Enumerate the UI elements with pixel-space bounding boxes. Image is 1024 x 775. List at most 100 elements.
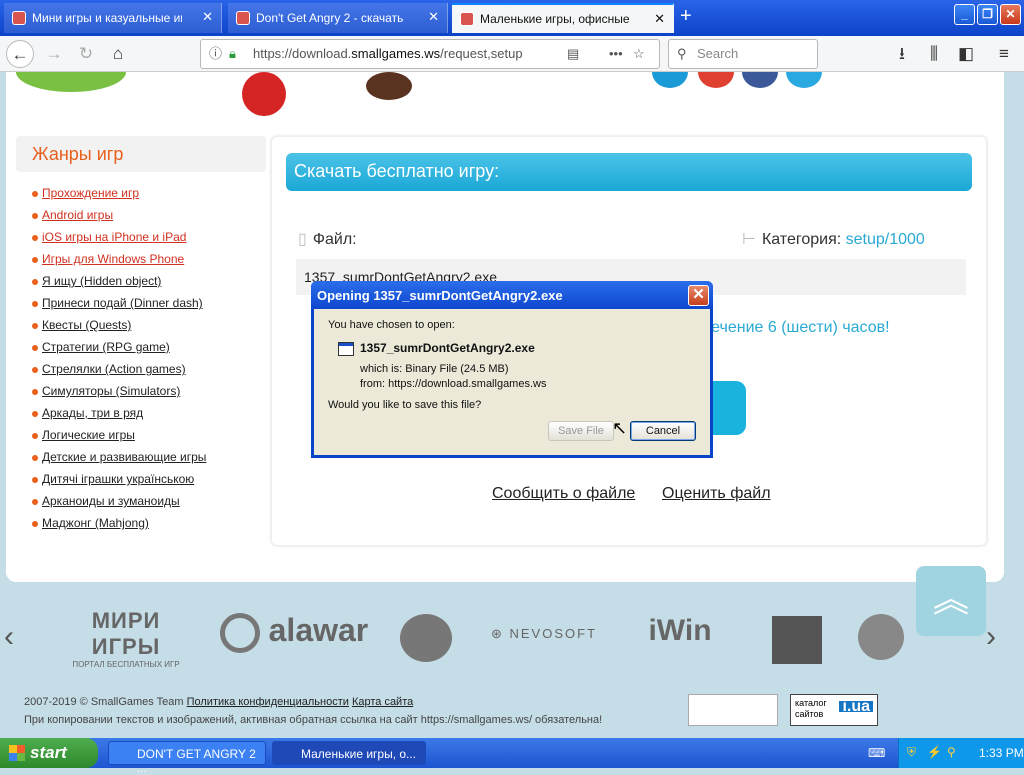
tab-title: Мини игры и казуальные игры xyxy=(32,11,182,25)
partner-logo-box[interactable] xyxy=(772,616,822,664)
category-label: ⊢ Категория: setup/1000 xyxy=(742,231,925,248)
partner-logo-bigfish[interactable] xyxy=(400,614,452,662)
downloads-icon[interactable]: ⭳ xyxy=(888,40,916,68)
dialog-file-name: 1357_sumrDontGetAngry2.exe xyxy=(360,341,535,355)
vk-icon[interactable] xyxy=(786,72,822,88)
search-placeholder: Search xyxy=(697,46,739,61)
dialog-body: You have chosen to open: 1357_sumrDontGe… xyxy=(318,311,708,451)
tab-dont-get-angry[interactable]: Don't Get Angry 2 - скачать игру ✕ xyxy=(228,3,448,33)
wait-notice: течение 6 (шести) часов! xyxy=(704,319,890,336)
partner-logo-iwin[interactable]: iWin xyxy=(632,614,728,648)
restore-button[interactable]: ❐ xyxy=(977,4,998,25)
sidebar-icon[interactable]: ◧ xyxy=(952,40,980,68)
twitter-icon[interactable] xyxy=(652,72,688,88)
genre-link[interactable]: Детские и развивающие игры xyxy=(16,450,266,472)
navigation-bar: ← → ↻ ⌂ ⓘ 🔒︎ https://download.smallgames… xyxy=(0,36,1024,72)
save-file-button[interactable]: Save File xyxy=(548,421,614,441)
partner-logo-nevosoft[interactable]: ⊛ NEVOSOFT xyxy=(484,626,604,642)
favicon-icon xyxy=(12,11,26,25)
system-tray: ⛨ ⚡ ⚲ 1:33 PM xyxy=(898,738,1024,768)
exe-file-icon xyxy=(338,342,354,356)
genre-link[interactable]: Игры для Windows Phone xyxy=(16,252,266,274)
download-header: Скачать бесплатно игру: xyxy=(286,153,972,191)
partner-logo-alawar[interactable]: alawar xyxy=(214,612,374,653)
page-actions-icon[interactable]: ••• xyxy=(609,40,623,68)
category-icon: ⊢ xyxy=(742,231,756,248)
taskbar-item-browser[interactable]: Маленькие игры, о... xyxy=(272,741,426,765)
genre-link[interactable]: Аркады, три в ряд xyxy=(16,406,266,428)
forward-button[interactable]: → xyxy=(40,40,68,68)
dialog-title-bar[interactable]: Opening 1357_sumrDontGetAngry2.exe ✕ xyxy=(311,281,713,309)
bookmark-star-icon[interactable]: ☆ xyxy=(633,40,645,68)
file-icon: ▯ xyxy=(298,231,307,248)
file-label: ▯ Файл: xyxy=(298,231,357,248)
facebook-icon[interactable] xyxy=(742,72,778,88)
mouse-cursor-icon: ↖ xyxy=(612,418,628,438)
genre-link[interactable]: Логические игры xyxy=(16,428,266,450)
sitemap-link[interactable]: Карта сайта xyxy=(352,696,413,708)
taskbar-item-dont-get-angry[interactable]: DON'T GET ANGRY 2 ... xyxy=(108,741,266,775)
category-link[interactable]: setup/1000 xyxy=(846,231,925,248)
dialog-file-source: from: https://download.smallgames.ws xyxy=(360,378,547,390)
mascot-red-image xyxy=(242,72,286,116)
url-bar[interactable]: ⓘ 🔒︎ https://download.smallgames.ws/requ… xyxy=(200,39,660,69)
tab-small-games[interactable]: Маленькие игры, офисные игры ✕ xyxy=(452,3,674,33)
tab-bar: Мини игры и казуальные игры ✕ Don't Get … xyxy=(0,0,1024,36)
shield-icon[interactable]: ⛨ xyxy=(907,745,916,760)
start-button[interactable]: start xyxy=(0,738,98,768)
genre-link[interactable]: Арканоиды и зуманоиды xyxy=(16,494,266,516)
genre-link[interactable]: Маджонг (Mahjong) xyxy=(16,516,266,538)
genre-link[interactable]: Я ищу (Hidden object) xyxy=(16,274,266,296)
menu-icon[interactable]: ≡ xyxy=(990,40,1018,68)
carousel-left-arrow-icon[interactable]: ‹ xyxy=(4,620,14,654)
clock: 1:33 PM xyxy=(979,746,1024,760)
back-button[interactable]: ← xyxy=(6,40,34,68)
partner-logo-round[interactable] xyxy=(858,614,904,660)
katalog-badge[interactable]: каталог сайтов i.ua xyxy=(790,694,878,726)
close-tab-icon[interactable]: ✕ xyxy=(202,9,213,25)
google-plus-icon[interactable] xyxy=(698,72,734,88)
plus-icon: + xyxy=(680,5,692,27)
carousel-right-arrow-icon[interactable]: › xyxy=(986,620,996,654)
cancel-button[interactable]: Cancel xyxy=(630,421,696,441)
dialog-question: Would you like to save this file? xyxy=(328,399,482,411)
report-file-link[interactable]: Сообщить о файле xyxy=(492,485,635,503)
genres-list: Прохождение игр Android игры iOS игры на… xyxy=(16,186,266,538)
search-input[interactable]: ⚲ Search xyxy=(668,39,818,69)
close-tab-icon[interactable]: ✕ xyxy=(428,9,439,25)
library-icon[interactable]: ⫼ xyxy=(920,40,948,68)
close-tab-icon[interactable]: ✕ xyxy=(654,11,665,27)
tab-mini-games[interactable]: Мини игры и казуальные игры ✕ xyxy=(4,3,222,33)
minimize-button[interactable]: _ xyxy=(954,4,975,25)
rate-file-link[interactable]: Оценить файл xyxy=(662,485,771,503)
genre-link[interactable]: Принеси подай (Dinner dash) xyxy=(16,296,266,318)
genre-link[interactable]: Симуляторы (Simulators) xyxy=(16,384,266,406)
network-icon[interactable]: ⚡ xyxy=(927,745,942,759)
genre-link[interactable]: Стратегии (RPG game) xyxy=(16,340,266,362)
home-button[interactable]: ⌂ xyxy=(104,40,132,68)
genre-link[interactable]: Квесты (Quests) xyxy=(16,318,266,340)
favicon-icon xyxy=(236,11,250,25)
genre-link[interactable]: Прохождение игр xyxy=(16,186,266,208)
dialog-close-button[interactable]: ✕ xyxy=(688,285,709,306)
broken-image-icon xyxy=(688,694,778,726)
close-window-button[interactable]: ✕ xyxy=(1000,4,1021,25)
search-tray-icon[interactable]: ⚲ xyxy=(947,745,956,759)
new-tab-button[interactable]: + xyxy=(680,5,692,28)
reader-view-icon[interactable]: ▤ xyxy=(567,40,579,68)
search-icon: ⚲ xyxy=(677,46,687,61)
taskbar: start DON'T GET ANGRY 2 ... Маленькие иг… xyxy=(0,738,1024,775)
genre-link[interactable]: Стрелялки (Action games) xyxy=(16,362,266,384)
reload-button[interactable]: ↻ xyxy=(72,40,100,68)
partner-logo-miri-igry[interactable]: МИРИ ИГРЫ ПОРТАЛ БЕСПЛАТНЫХ ИГР xyxy=(62,608,190,669)
dialog-chosen-text: You have chosen to open: xyxy=(328,319,455,331)
copy-notice: При копировании текстов и изображений, а… xyxy=(24,714,603,726)
genre-link[interactable]: Дитячі іграшки українською xyxy=(16,472,266,494)
mascot-frog-image xyxy=(16,72,126,92)
info-icon[interactable]: ⓘ xyxy=(209,40,222,68)
privacy-link[interactable]: Политика конфиденциальности xyxy=(187,696,349,708)
keyboard-icon[interactable]: ⌨ xyxy=(868,746,885,760)
genre-link[interactable]: Android игры xyxy=(16,208,266,230)
genre-link[interactable]: iOS игры на iPhone и iPad xyxy=(16,230,266,252)
mascot-brown-image xyxy=(366,72,412,100)
